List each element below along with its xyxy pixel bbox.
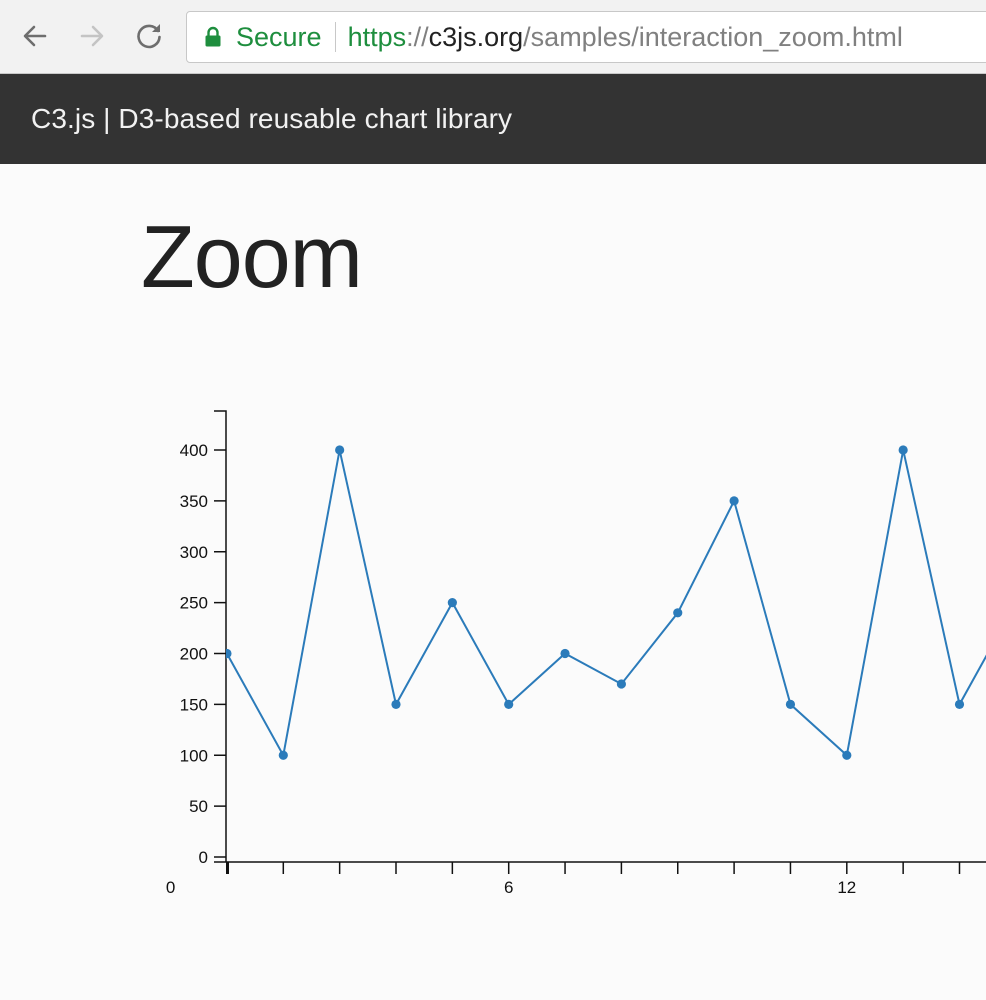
data-point — [560, 648, 570, 659]
y-axis-line — [214, 410, 227, 863]
reload-button[interactable] — [131, 18, 167, 54]
data-point — [898, 445, 908, 455]
series-line — [226, 449, 986, 759]
lock-icon — [204, 25, 222, 49]
x-tick-label: 6 — [504, 878, 513, 897]
arrow-right-icon — [80, 25, 104, 47]
data-point — [335, 445, 345, 455]
data-point — [842, 750, 852, 760]
url-host: c3js.org — [428, 21, 524, 52]
data-point — [785, 699, 796, 709]
y-tick-label: 300 — [180, 543, 208, 562]
y-tick-label: 250 — [180, 594, 208, 613]
series-data-1 — [166, 445, 986, 831]
reload-icon — [137, 24, 161, 49]
arrow-left-icon — [23, 25, 47, 47]
url-separator: :// — [406, 21, 429, 52]
data-point — [278, 750, 288, 760]
omnibox-divider — [334, 22, 336, 52]
y-tick-label: 0 — [199, 848, 208, 867]
data-point — [673, 608, 683, 618]
y-tick-label: 200 — [180, 645, 208, 664]
y-tick-label: 150 — [180, 695, 208, 714]
data-point — [504, 699, 514, 709]
x-tick-label: 0 — [166, 878, 175, 897]
page-title: Zoom — [141, 207, 363, 306]
browser-toolbar: Secure https://c3js.org/samples/interact… — [0, 0, 986, 74]
url-scheme: https — [347, 21, 407, 52]
address-bar[interactable]: Secure https://c3js.org/samples/interact… — [186, 11, 986, 63]
y-tick-label: 100 — [180, 746, 208, 765]
site-header: C3.js | D3-based reusable chart library — [0, 74, 986, 164]
data-point — [391, 699, 401, 709]
forward-button[interactable] — [74, 18, 110, 54]
data-point — [954, 699, 965, 709]
x-axis: 0 6 12 — [166, 861, 986, 897]
y-tick-label: 400 — [180, 441, 208, 460]
line-chart[interactable]: 0 50 100 150 200 250 300 350 400 0 6 12 — [0, 380, 986, 920]
data-point — [447, 598, 457, 608]
x-tick-label: 12 — [837, 878, 856, 897]
url-path: /samples/interaction_zoom.html — [523, 21, 903, 52]
y-tick-label: 50 — [189, 797, 208, 816]
data-point — [616, 679, 627, 689]
y-axis: 0 50 100 150 200 250 300 350 400 — [180, 410, 227, 867]
secure-label: Secure — [236, 21, 322, 52]
data-point — [729, 496, 739, 506]
y-tick-label: 350 — [180, 492, 208, 511]
back-button[interactable] — [17, 18, 53, 54]
data-point — [166, 822, 175, 831]
site-title-link[interactable]: C3.js | D3-based reusable chart library — [31, 103, 512, 135]
